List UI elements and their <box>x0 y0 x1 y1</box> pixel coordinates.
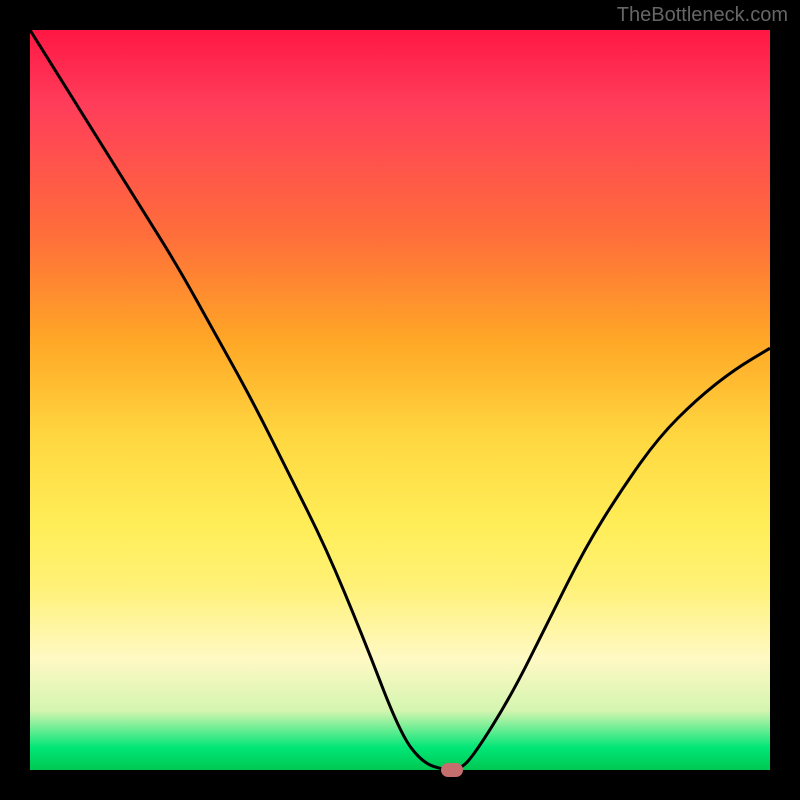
watermark-text: TheBottleneck.com <box>617 4 788 27</box>
optimal-point-marker <box>441 763 463 777</box>
chart-area <box>30 30 770 770</box>
bottleneck-curve <box>30 30 770 770</box>
